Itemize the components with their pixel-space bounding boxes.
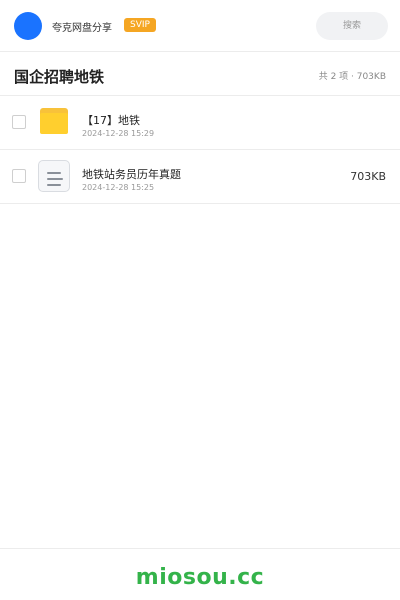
page-title: 国企招聘地铁 — [14, 68, 105, 86]
header: 夸克网盘分享 SVIP — [0, 0, 400, 52]
folder-icon — [40, 108, 68, 134]
brand-name: 夸克网盘分享 — [52, 23, 112, 34]
file-name[interactable]: 地铁站务员历年真题 — [82, 166, 181, 182]
svip-badge: SVIP — [124, 18, 156, 32]
document-icon — [38, 160, 70, 192]
avatar[interactable] — [14, 12, 42, 40]
row-checkbox[interactable] — [12, 169, 26, 183]
file-date: 2024-12-28 15:25 — [82, 183, 155, 192]
row-checkbox[interactable] — [12, 115, 26, 129]
file-row[interactable]: 地铁站务员历年真题 2024-12-28 15:25 703KB — [0, 150, 400, 204]
folder-summary: 共 2 项 · 703KB — [318, 72, 386, 82]
file-row[interactable]: 【17】地铁 2024-12-28 15:29 — [0, 96, 400, 150]
title-bar: 国企招聘地铁 共 2 项 · 703KB — [0, 52, 400, 96]
file-name[interactable]: 【17】地铁 — [82, 112, 140, 128]
share-page: 夸克网盘分享 SVIP 国企招聘地铁 共 2 项 · 703KB 【17】地铁 … — [0, 0, 400, 600]
file-date: 2024-12-28 15:29 — [82, 129, 155, 138]
file-size: 703KB — [350, 170, 386, 183]
site-watermark: miosou.cc — [135, 565, 265, 590]
footer: miosou.cc — [0, 548, 400, 600]
search-input[interactable] — [316, 12, 388, 40]
